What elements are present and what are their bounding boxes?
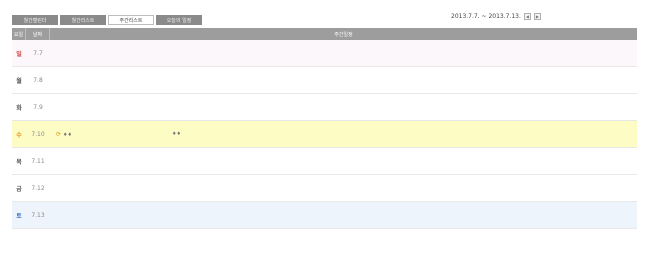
event-entry[interactable]: ♦♦ [172,131,181,137]
table-row[interactable]: 일 7.7 [12,40,637,67]
date-cell: 7.8 [33,76,43,84]
schedule-cell[interactable]: ⟳ ♦♦ ♦♦ [50,121,637,147]
prev-week-button[interactable]: ◀ [523,13,531,20]
next-week-button[interactable]: ▶ [533,13,541,20]
event-label: ♦♦ [63,131,72,138]
repeat-icon: ⟳ [56,131,62,138]
date-cell: 7.13 [31,211,45,219]
table-row[interactable]: 화 7.9 [12,94,637,121]
date-cell: 7.11 [31,157,45,165]
chevron-right-icon: ▶ [535,14,539,19]
table-row[interactable]: 월 7.8 [12,67,637,94]
table-header: 요일 날짜 주간일정 [12,28,637,40]
table-row[interactable]: 토 7.13 [12,202,637,229]
tab-weekly-list[interactable]: 주간리스트 [108,15,154,25]
day-of-week: 목 [16,158,22,166]
schedule-cell[interactable] [50,94,637,120]
date-range-label: 2013.7.7. ~ 2013.7.13. [451,13,521,20]
table-row[interactable]: 수 7.10 ⟳ ♦♦ ♦♦ [12,121,637,148]
schedule-cell[interactable] [50,148,637,174]
date-cell: 7.12 [31,184,45,192]
date-cell: 7.9 [33,103,43,111]
event-entry[interactable]: ⟳ ♦♦ [56,131,72,138]
view-tabs: 월간캘린더 월간리스트 주간리스트 오늘의 일정 [12,15,202,25]
date-cell: 7.7 [33,49,43,57]
day-of-week: 화 [16,104,22,112]
schedule-cell[interactable] [50,202,637,228]
schedule-cell[interactable] [50,175,637,201]
chevron-left-icon: ◀ [525,14,529,19]
tab-today-schedule[interactable]: 오늘의 일정 [156,15,202,25]
tab-monthly-list[interactable]: 월간리스트 [60,15,106,25]
schedule-cell[interactable] [50,67,637,93]
header-dow: 요일 [12,28,26,40]
day-of-week: 일 [16,50,22,58]
day-of-week: 수 [16,131,22,139]
date-cell: 7.10 [31,130,45,138]
date-range: 2013.7.7. ~ 2013.7.13. ◀ ▶ [451,13,541,20]
day-of-week: 월 [16,77,22,85]
weekly-schedule-table: 요일 날짜 주간일정 일 7.7 월 7.8 화 7.9 수 7.10 ⟳ ♦♦… [12,28,637,229]
schedule-cell[interactable] [50,40,637,66]
tab-monthly-calendar[interactable]: 월간캘린더 [12,15,58,25]
day-of-week: 금 [16,185,22,193]
header-schedule: 주간일정 [334,31,353,38]
day-of-week: 토 [16,212,22,220]
header-date: 날짜 [26,28,50,40]
table-row[interactable]: 금 7.12 [12,175,637,202]
table-row[interactable]: 목 7.11 [12,148,637,175]
